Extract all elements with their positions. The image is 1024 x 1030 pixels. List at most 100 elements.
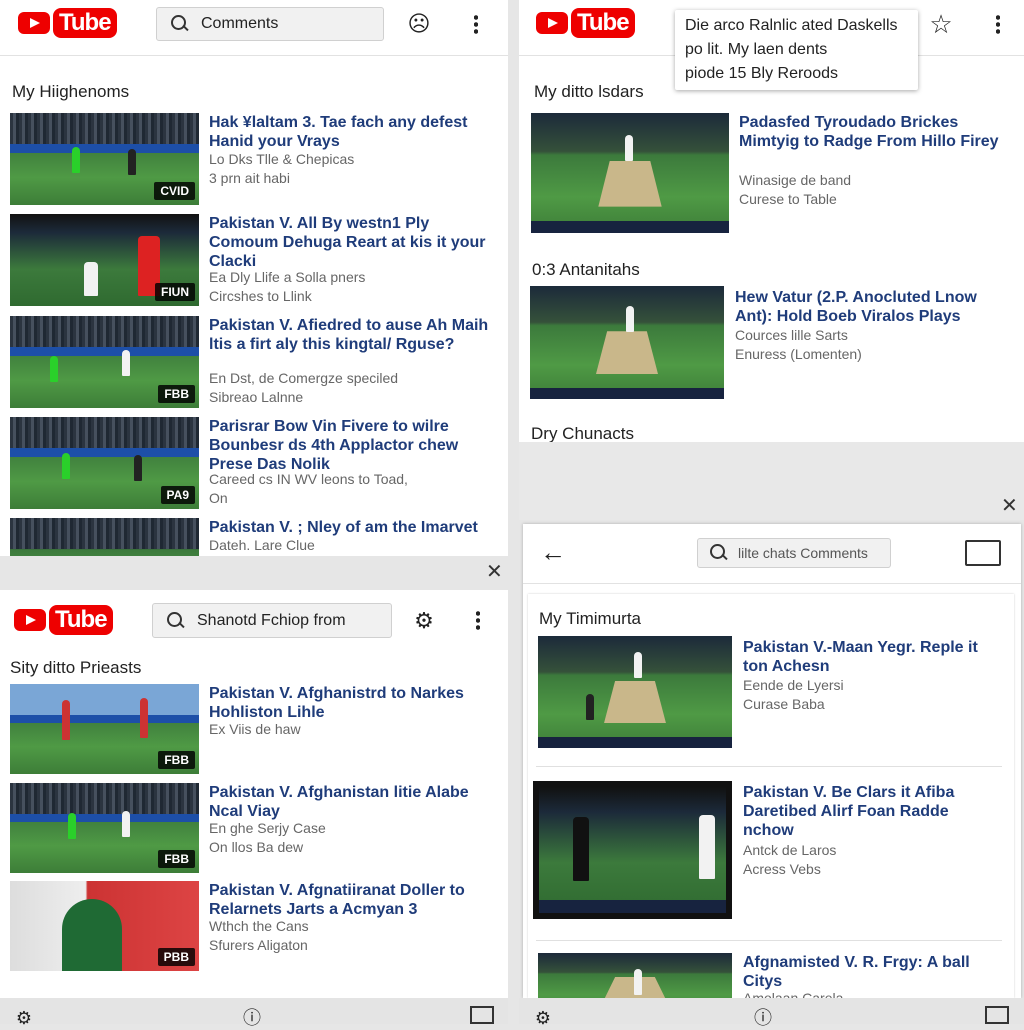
- search-box[interactable]: lilte chats Comments: [697, 538, 891, 568]
- cast-icon[interactable]: [965, 540, 1001, 566]
- video-channel: Eende de Lyersi: [743, 677, 844, 693]
- play-icon: [18, 12, 50, 34]
- panel-bottom-left: Tube Shanotd Fchiop from ⚙ Sity ditto Pr…: [0, 590, 508, 998]
- divider: [536, 766, 1002, 767]
- settings-icon[interactable]: ⚙: [531, 1006, 555, 1030]
- video-title[interactable]: Pakistan V. Afiedred to ause Ah Maih lti…: [209, 316, 499, 354]
- section-title: Sity ditto Prieasts: [10, 658, 142, 677]
- tooltip-popup: Die arco Ralnlic ated Daskells po lit. M…: [675, 10, 918, 90]
- close-icon[interactable]: ✕: [1001, 496, 1018, 516]
- video-thumbnail[interactable]: FBB: [10, 783, 199, 873]
- video-title[interactable]: Parisrar Bow Vin Fivere to wilre Bounbes…: [209, 417, 504, 474]
- video-title[interactable]: Pakistan V. Afghanistan litie Alabe Ncal…: [209, 783, 499, 821]
- video-thumbnail[interactable]: [530, 286, 724, 399]
- youtube-logo[interactable]: Tube: [18, 8, 117, 38]
- video-stats: Curase Baba: [743, 696, 825, 712]
- divider: [536, 940, 1002, 941]
- video-channel: Winasige de band: [739, 172, 852, 188]
- video-stats: Enuress (Lomenten): [735, 346, 862, 362]
- video-thumbnail[interactable]: [531, 113, 729, 233]
- video-thumbnail[interactable]: PA9: [10, 417, 199, 509]
- video-thumbnail[interactable]: [538, 953, 732, 998]
- video-title[interactable]: Hew Vatur (2.P. Anocluted Lnow Ant): Hol…: [735, 288, 1015, 326]
- list-item[interactable]: Pakistan V. Be Clars it Afiba Daretibed …: [528, 781, 1014, 921]
- list-item[interactable]: Pakistan V.-Maan Yegr. Reple it ton Ache…: [528, 636, 1014, 756]
- video-stats: Curese to Table: [739, 191, 837, 207]
- panel-divider: ✕: [519, 442, 1024, 520]
- search-box[interactable]: Shanotd Fchiop from: [152, 603, 392, 638]
- search-icon: [167, 611, 185, 630]
- video-stats: On llos Ba dew: [209, 839, 304, 855]
- list-item[interactable]: FBB Pakistan V. Afghanistan litie Alabe …: [0, 783, 508, 875]
- video-title[interactable]: Pakistan V. All By westn1 Ply Comoum Deh…: [209, 214, 499, 271]
- panel-top-left: Tube Comments ☹ My Hiighenoms CVID Hak ¥…: [0, 0, 508, 556]
- youtube-logo[interactable]: Tube: [536, 8, 635, 38]
- video-thumbnail[interactable]: [538, 636, 732, 748]
- info-icon[interactable]: ⓘ: [240, 1006, 264, 1030]
- video-thumbnail[interactable]: [533, 781, 732, 919]
- play-icon: [536, 12, 568, 34]
- list-item[interactable]: FBB Pakistan V. Afghanistrd to Narkes Ho…: [0, 684, 508, 776]
- account-icon[interactable]: ☹: [407, 12, 431, 36]
- list-item[interactable]: Padasfed Tyroudado Brickes Mimtyig to Ra…: [519, 113, 1024, 237]
- video-channel: Cources lille Sarts: [735, 327, 848, 343]
- list-item[interactable]: PA9 Parisrar Bow Vin Fivere to wilre Bou…: [0, 417, 508, 513]
- close-icon[interactable]: ✕: [486, 562, 503, 582]
- more-vert-icon[interactable]: [476, 610, 480, 630]
- section-title: 0:3 Antanitahs: [532, 260, 640, 279]
- search-icon: [171, 15, 189, 33]
- app-header: Tube Comments ☹: [0, 0, 508, 56]
- list-item[interactable]: Afgnamisted V. R. Frgy: A ball Citys Amo…: [528, 953, 1014, 998]
- back-arrow-icon[interactable]: ←: [539, 539, 567, 565]
- more-vert-icon[interactable]: [996, 14, 1000, 34]
- video-channel: Ex Viis de haw: [209, 721, 301, 737]
- search-icon: [710, 544, 728, 562]
- video-stats: Sfurers Aligaton: [209, 937, 308, 953]
- video-thumbnail[interactable]: [10, 518, 199, 556]
- tooltip-line: po lit. My laen dents: [685, 41, 828, 58]
- info-icon[interactable]: ⓘ: [751, 1006, 775, 1030]
- search-input[interactable]: Comments: [201, 15, 278, 33]
- video-stats: On: [209, 490, 228, 506]
- list-item[interactable]: Pakistan V. ; Nley of am the Imarvet Dat…: [0, 518, 508, 556]
- video-title[interactable]: Pakistan V. Afghanistrd to Narkes Hohlis…: [209, 684, 499, 722]
- star-icon[interactable]: ☆: [927, 11, 955, 37]
- video-thumbnail[interactable]: CVID: [10, 113, 199, 205]
- content-card: My Timimurta Pakistan V.-Maan Yegr. Repl…: [528, 594, 1014, 998]
- duration-badge: CVID: [154, 182, 195, 200]
- video-channel: Amolaan Carela: [743, 990, 844, 998]
- duration-badge: PBB: [157, 948, 195, 966]
- search-box[interactable]: Comments: [156, 7, 384, 41]
- settings-icon[interactable]: ⚙: [12, 1006, 36, 1030]
- youtube-logo[interactable]: Tube: [14, 605, 113, 635]
- video-thumbnail[interactable]: FBB: [10, 316, 199, 408]
- video-title[interactable]: Pakistan V. Be Clars it Afiba Daretibed …: [743, 783, 993, 840]
- search-input[interactable]: lilte chats Comments: [738, 545, 868, 561]
- video-title[interactable]: Pakistan V. Afgnatiiranat Doller to Rela…: [209, 881, 499, 919]
- video-stats: Sibreao Lalnne: [209, 389, 304, 405]
- more-vert-icon[interactable]: [474, 14, 478, 34]
- duration-badge: PA9: [160, 486, 195, 504]
- duration-badge: FBB: [158, 751, 195, 769]
- video-title[interactable]: Hak ¥laltam 3. Tae fach any defest Hanid…: [209, 113, 499, 151]
- list-item[interactable]: CVID Hak ¥laltam 3. Tae fach any defest …: [0, 113, 508, 209]
- fullscreen-icon[interactable]: [470, 1006, 494, 1024]
- list-item[interactable]: FBB Pakistan V. Afiedred to ause Ah Maih…: [0, 316, 508, 412]
- video-channel: Antck de Laros: [743, 842, 837, 858]
- video-thumbnail[interactable]: FBB: [10, 684, 199, 774]
- list-item[interactable]: Hew Vatur (2.P. Anocluted Lnow Ant): Hol…: [519, 286, 1024, 402]
- video-title[interactable]: Padasfed Tyroudado Brickes Mimtyig to Ra…: [739, 113, 1009, 151]
- search-input[interactable]: Shanotd Fchiop from: [197, 612, 346, 630]
- play-icon: [14, 609, 46, 631]
- video-title[interactable]: Pakistan V.-Maan Yegr. Reple it ton Ache…: [743, 638, 993, 676]
- list-item[interactable]: PBB Pakistan V. Afgnatiiranat Doller to …: [0, 881, 508, 973]
- fullscreen-icon[interactable]: [985, 1006, 1009, 1024]
- section-title: My ditto lsdars: [534, 82, 644, 101]
- video-thumbnail[interactable]: PBB: [10, 881, 199, 971]
- list-item[interactable]: FIUN Pakistan V. All By westn1 Ply Comou…: [0, 214, 508, 310]
- video-thumbnail[interactable]: FIUN: [10, 214, 199, 306]
- bottom-nav-right: ⚙ ⓘ: [519, 998, 1024, 1028]
- video-title[interactable]: Afgnamisted V. R. Frgy: A ball Citys: [743, 953, 993, 991]
- video-title[interactable]: Pakistan V. ; Nley of am the Imarvet: [209, 518, 504, 537]
- settings-icon[interactable]: ⚙: [412, 609, 436, 633]
